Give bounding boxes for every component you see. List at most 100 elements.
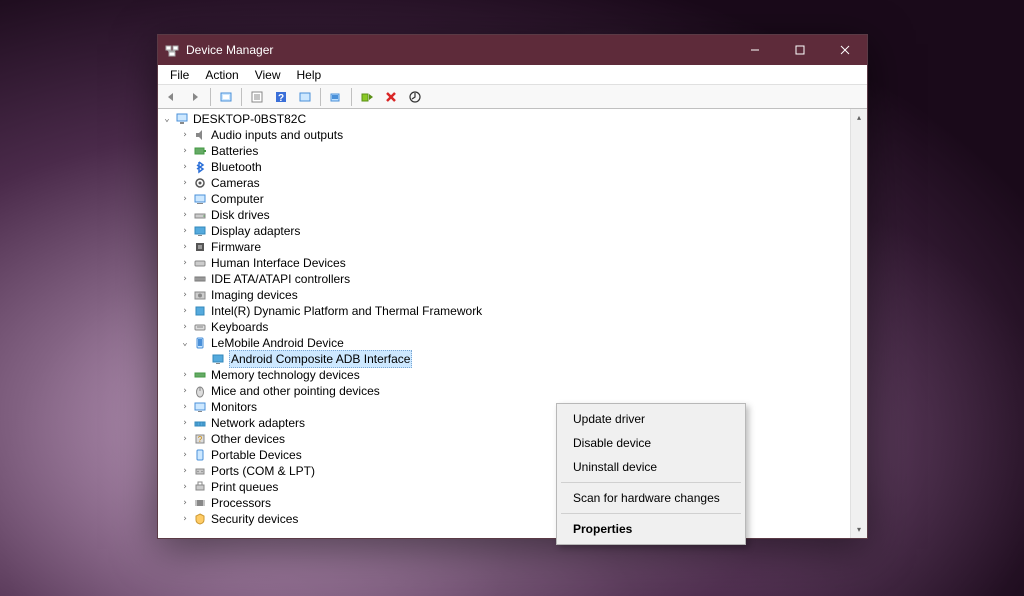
maximize-button[interactable]	[777, 35, 822, 65]
tree-node[interactable]: ›IDE ATA/ATAPI controllers	[158, 271, 850, 287]
expand-icon[interactable]: ›	[178, 415, 192, 431]
expand-icon[interactable]: ›	[178, 431, 192, 447]
expand-icon[interactable]: ›	[178, 271, 192, 287]
collapse-icon[interactable]: ⌄	[178, 335, 192, 351]
ide-icon	[192, 271, 208, 287]
expand-icon[interactable]: ›	[178, 511, 192, 527]
expand-icon[interactable]: ›	[178, 223, 192, 239]
properties-button[interactable]	[246, 86, 268, 108]
context-update-driver[interactable]: Update driver	[559, 407, 743, 431]
forward-button[interactable]	[184, 86, 206, 108]
expand-icon[interactable]: ›	[178, 287, 192, 303]
svg-text:?: ?	[278, 93, 284, 104]
computer-category-icon	[192, 191, 208, 207]
tree-node[interactable]: ›Network adapters	[158, 415, 850, 431]
context-menu: Update driver Disable device Uninstall d…	[556, 403, 746, 545]
context-separator	[561, 482, 741, 483]
tree-node[interactable]: ›Intel(R) Dynamic Platform and Thermal F…	[158, 303, 850, 319]
expand-icon[interactable]: ›	[178, 319, 192, 335]
expand-icon[interactable]: ›	[178, 399, 192, 415]
expand-icon[interactable]: ›	[178, 143, 192, 159]
vertical-scrollbar[interactable]: ▴ ▾	[850, 109, 867, 538]
tree-node[interactable]: ›?Other devices	[158, 431, 850, 447]
expand-icon[interactable]: ›	[178, 175, 192, 191]
expand-icon[interactable]: ›	[178, 127, 192, 143]
expand-icon[interactable]: ›	[178, 463, 192, 479]
uninstall-button[interactable]	[380, 86, 402, 108]
context-disable-device[interactable]: Disable device	[559, 431, 743, 455]
android-device-icon	[192, 335, 208, 351]
update-button[interactable]	[404, 86, 426, 108]
context-properties[interactable]: Properties	[559, 517, 743, 541]
titlebar[interactable]: Device Manager	[158, 35, 867, 65]
scroll-down-arrow[interactable]: ▾	[851, 521, 867, 538]
tree-node[interactable]: ›Memory technology devices	[158, 367, 850, 383]
back-button[interactable]	[160, 86, 182, 108]
minimize-button[interactable]	[732, 35, 777, 65]
menu-action[interactable]: Action	[197, 66, 246, 84]
tree-node[interactable]: ›Computer	[158, 191, 850, 207]
tree-node-expanded[interactable]: ⌄LeMobile Android Device	[158, 335, 850, 351]
close-button[interactable]	[822, 35, 867, 65]
context-scan-hardware[interactable]: Scan for hardware changes	[559, 486, 743, 510]
enable-button[interactable]	[356, 86, 378, 108]
device-tree[interactable]: ⌄ DESKTOP-0BST82C ›Audio inputs and outp…	[158, 109, 850, 538]
tree-node[interactable]: ›Ports (COM & LPT)	[158, 463, 850, 479]
tree-node[interactable]: ›Display adapters	[158, 223, 850, 239]
menu-view[interactable]: View	[247, 66, 289, 84]
display-icon	[192, 223, 208, 239]
hid-icon	[192, 255, 208, 271]
expand-icon[interactable]: ›	[178, 207, 192, 223]
tree-node[interactable]: ›Portable Devices	[158, 447, 850, 463]
menu-help[interactable]: Help	[289, 66, 330, 84]
help-button[interactable]: ?	[270, 86, 292, 108]
port-icon	[192, 463, 208, 479]
tree-node[interactable]: ›Security devices	[158, 511, 850, 527]
expand-icon[interactable]: ›	[178, 447, 192, 463]
expand-icon[interactable]: ›	[178, 191, 192, 207]
intel-framework-icon	[192, 303, 208, 319]
window-title: Device Manager	[186, 43, 273, 57]
tree-node[interactable]: ›Processors	[158, 495, 850, 511]
tree-root-node[interactable]: ⌄ DESKTOP-0BST82C	[158, 111, 850, 127]
memory-icon	[192, 367, 208, 383]
tree-node[interactable]: ›Cameras	[158, 175, 850, 191]
expand-icon[interactable]: ›	[178, 495, 192, 511]
tree-node[interactable]: ›Mice and other pointing devices	[158, 383, 850, 399]
expand-icon[interactable]: ›	[178, 255, 192, 271]
tree-node[interactable]: ›Human Interface Devices	[158, 255, 850, 271]
tree-node[interactable]: ›Disk drives	[158, 207, 850, 223]
tree-node[interactable]: ›Audio inputs and outputs	[158, 127, 850, 143]
monitor-icon	[192, 399, 208, 415]
device-manager-window: Device Manager File Action View Help ? ⌄	[157, 34, 868, 539]
tree-leaf-selected[interactable]: Android Composite ADB Interface	[158, 351, 850, 367]
show-hidden-button[interactable]	[215, 86, 237, 108]
expand-icon[interactable]: ›	[178, 367, 192, 383]
adb-interface-icon	[210, 351, 226, 367]
expand-icon[interactable]: ›	[178, 383, 192, 399]
tree-node[interactable]: ›Bluetooth	[158, 159, 850, 175]
expand-icon[interactable]: ›	[178, 479, 192, 495]
computer-icon	[174, 111, 190, 127]
tree-node[interactable]: ›Keyboards	[158, 319, 850, 335]
scan-button[interactable]	[325, 86, 347, 108]
print-queue-icon	[192, 479, 208, 495]
tree-node[interactable]: ›Firmware	[158, 239, 850, 255]
expand-icon[interactable]: ›	[178, 239, 192, 255]
network-icon	[192, 415, 208, 431]
mouse-icon	[192, 383, 208, 399]
context-uninstall-device[interactable]: Uninstall device	[559, 455, 743, 479]
tree-node[interactable]: ›Monitors	[158, 399, 850, 415]
scroll-up-arrow[interactable]: ▴	[851, 109, 867, 126]
menu-file[interactable]: File	[162, 66, 197, 84]
security-icon	[192, 511, 208, 527]
collapse-icon[interactable]: ⌄	[160, 111, 174, 127]
expand-icon[interactable]: ›	[178, 303, 192, 319]
view-button[interactable]	[294, 86, 316, 108]
tree-node[interactable]: ›Batteries	[158, 143, 850, 159]
root-label: DESKTOP-0BST82C	[193, 111, 306, 127]
tree-node[interactable]: ›Imaging devices	[158, 287, 850, 303]
tree-node[interactable]: ›Print queues	[158, 479, 850, 495]
expand-icon[interactable]: ›	[178, 159, 192, 175]
svg-text:?: ?	[198, 435, 203, 444]
